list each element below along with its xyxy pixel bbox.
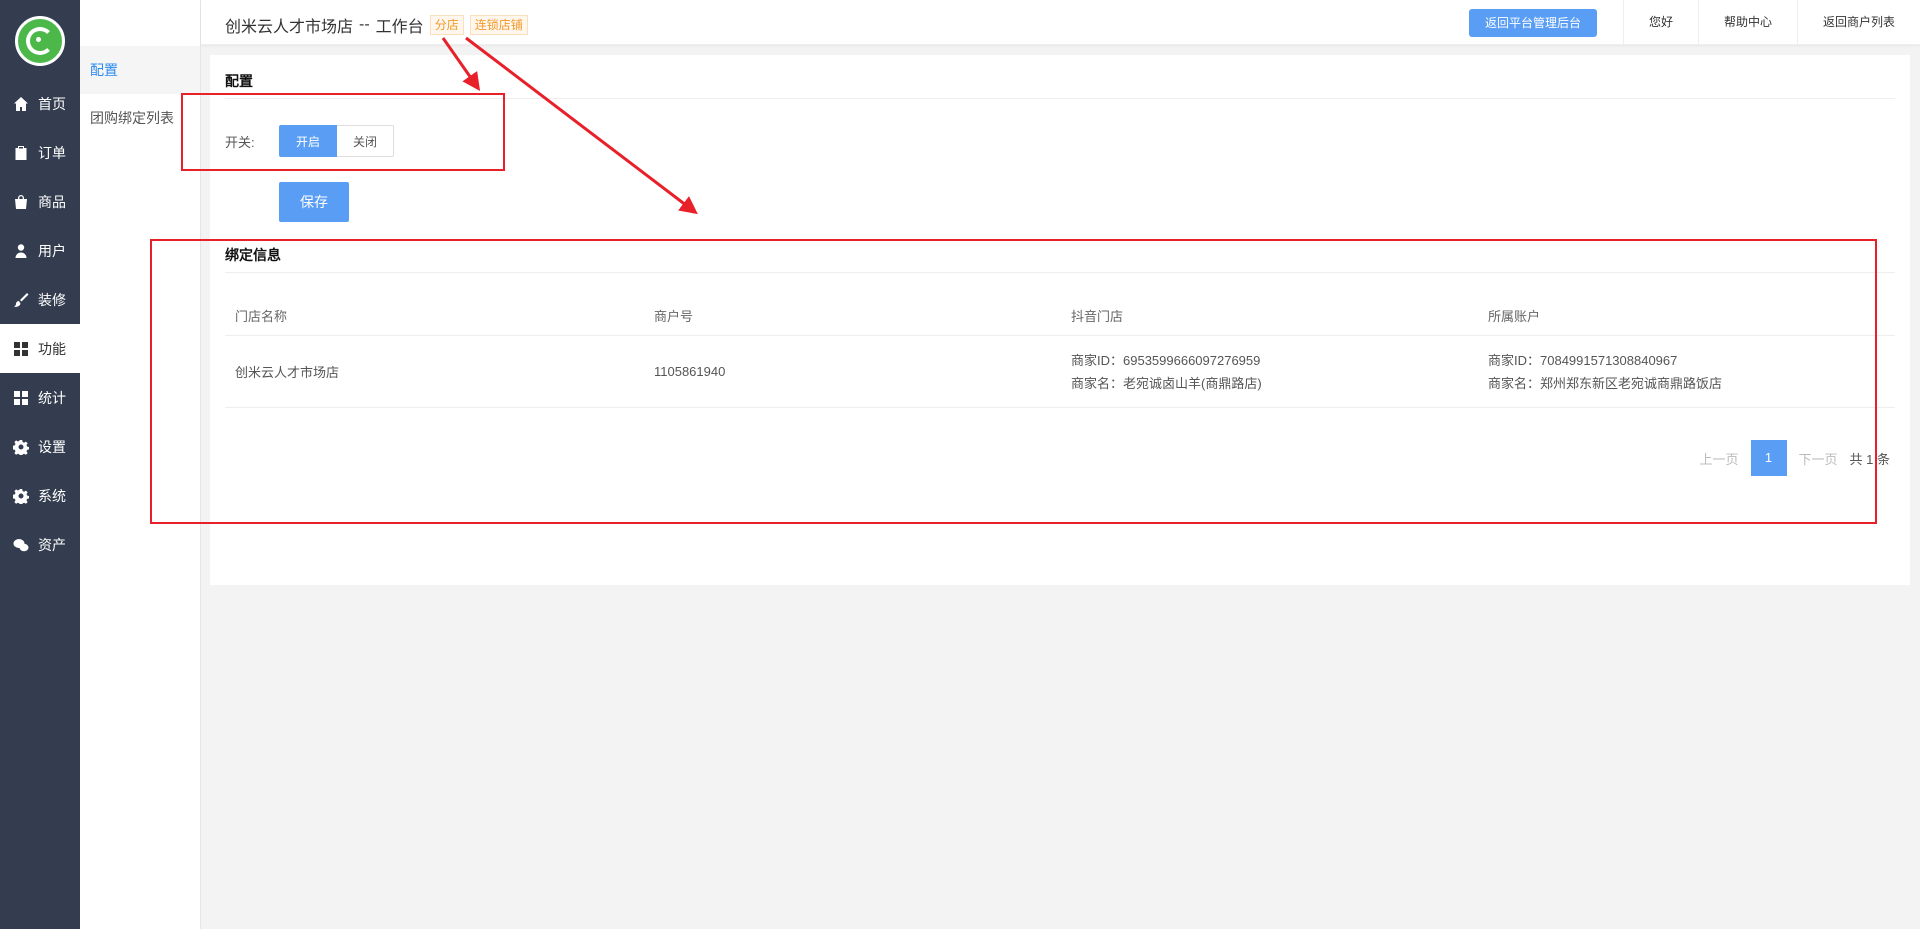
- shop-name: 创米云人才市场店: [225, 19, 354, 36]
- section-divider: [225, 98, 1895, 99]
- switch-label: 开关:: [225, 135, 255, 150]
- shop-title: 创米云人才市场店 -- 工作台 分店 连锁店铺: [225, 13, 528, 37]
- douyin-merchant-id: 商家ID：6953599666097276959: [1071, 352, 1261, 368]
- pagination: 上一页 1 下一页 共 1 条: [1688, 440, 1890, 476]
- nav-item-stats[interactable]: 统计: [0, 373, 80, 422]
- greeting-link[interactable]: 您好: [1622, 0, 1698, 45]
- table-header-row: 门店名称 商户号 抖音门店 所属账户: [225, 296, 1895, 336]
- cell-merchant-no: 1105861940: [654, 364, 726, 379]
- nav-item-products[interactable]: 商品: [0, 177, 80, 226]
- section-divider: [225, 272, 1895, 273]
- title-separator: --: [359, 16, 370, 33]
- douyin-merchant-name: 商家名：老宛诚卤山羊(商鼎路店): [1071, 375, 1262, 391]
- back-to-platform-button[interactable]: 返回平台管理后台: [1468, 8, 1597, 37]
- nav-item-assets[interactable]: 资产: [0, 520, 80, 569]
- secondary-sidebar: 配置 团购绑定列表: [80, 0, 201, 929]
- chain-store-tag: 连锁店铺: [469, 15, 528, 35]
- grid-icon: [12, 340, 29, 357]
- account-merchant-id: 商家ID：7084991571308840967: [1488, 352, 1678, 368]
- logo-c-icon: [26, 27, 54, 55]
- nav-item-system[interactable]: 系统: [0, 471, 80, 520]
- total-count: 共 1 条: [1849, 451, 1890, 467]
- clipboard-icon: [12, 144, 29, 161]
- cell-account: 商家ID：7084991571308840967 商家名：郑州郑东新区老宛诚商鼎…: [1478, 349, 1895, 395]
- nav-item-home[interactable]: 首页: [0, 79, 80, 128]
- binding-table: 门店名称 商户号 抖音门店 所属账户 创米云人才市场店 1105861940 商…: [225, 296, 1895, 408]
- gear-icon: [12, 438, 29, 455]
- binding-section-title: 绑定信息: [225, 247, 281, 263]
- config-section-title: 配置: [225, 73, 253, 89]
- column-header-store-name: 门店名称: [235, 309, 288, 324]
- account-merchant-name: 商家名：郑州郑东新区老宛诚商鼎路饭店: [1488, 375, 1723, 391]
- nav-label: 用户: [38, 242, 66, 259]
- nav-label: 商品: [38, 193, 66, 210]
- nav-label: 设置: [38, 438, 66, 455]
- cell-douyin-store: 商家ID：6953599666097276959 商家名：老宛诚卤山羊(商鼎路店…: [1061, 349, 1478, 395]
- gear-icon: [12, 487, 29, 504]
- switch-on-button[interactable]: 开启: [279, 125, 338, 157]
- column-header-douyin-store: 抖音门店: [1071, 309, 1124, 324]
- next-page-button[interactable]: 下一页: [1799, 449, 1838, 468]
- column-header-merchant-no: 商户号: [654, 309, 694, 324]
- prev-page-button[interactable]: 上一页: [1700, 449, 1739, 468]
- grid-icon: [12, 389, 29, 406]
- nav-item-features[interactable]: 功能: [0, 324, 80, 373]
- cell-store-name: 创米云人才市场店: [235, 365, 340, 380]
- nav-label: 系统: [38, 487, 66, 504]
- top-header: 创米云人才市场店 -- 工作台 分店 连锁店铺 返回平台管理后台 您好 帮助中心…: [201, 0, 1920, 45]
- user-icon: [12, 242, 29, 259]
- nav-label: 订单: [38, 144, 66, 161]
- app-logo[interactable]: [15, 16, 65, 66]
- main-sidebar: 首页 订单 商品 用户 装修 功能 统计 设置 系统 资产: [0, 0, 80, 929]
- nav-label: 功能: [38, 340, 66, 357]
- column-header-account: 所属账户: [1488, 309, 1541, 324]
- nav-label: 统计: [38, 389, 66, 406]
- switch-off-button[interactable]: 关闭: [337, 125, 395, 157]
- nav-item-decorate[interactable]: 装修: [0, 275, 80, 324]
- nav-item-orders[interactable]: 订单: [0, 128, 80, 177]
- brush-icon: [12, 291, 29, 308]
- subnav-item-groupbuy-bindings[interactable]: 团购绑定列表: [80, 94, 200, 142]
- nav-label: 装修: [38, 291, 66, 308]
- wechat-icon: [12, 536, 29, 553]
- main-content-card: 配置 开关: 开启 关闭 保存 绑定信息 门店名称 商户号 抖音门店 所属账户 …: [210, 55, 1910, 585]
- table-row: 创米云人才市场店 1105861940 商家ID：695359966609727…: [225, 336, 1895, 408]
- nav-item-settings[interactable]: 设置: [0, 422, 80, 471]
- page-1-button[interactable]: 1: [1750, 440, 1787, 476]
- back-to-merchants-link[interactable]: 返回商户列表: [1796, 0, 1920, 45]
- home-icon: [12, 95, 29, 112]
- nav-item-users[interactable]: 用户: [0, 226, 80, 275]
- help-center-link[interactable]: 帮助中心: [1697, 0, 1797, 45]
- branch-tag: 分店: [429, 15, 464, 35]
- nav-label: 资产: [38, 536, 66, 553]
- save-button[interactable]: 保存: [279, 182, 349, 222]
- workspace-label: 工作台: [375, 19, 424, 36]
- subnav-item-config[interactable]: 配置: [80, 46, 200, 94]
- bag-icon: [12, 193, 29, 210]
- nav-label: 首页: [38, 95, 66, 112]
- switch-toggle-group: 开启 关闭: [279, 125, 395, 157]
